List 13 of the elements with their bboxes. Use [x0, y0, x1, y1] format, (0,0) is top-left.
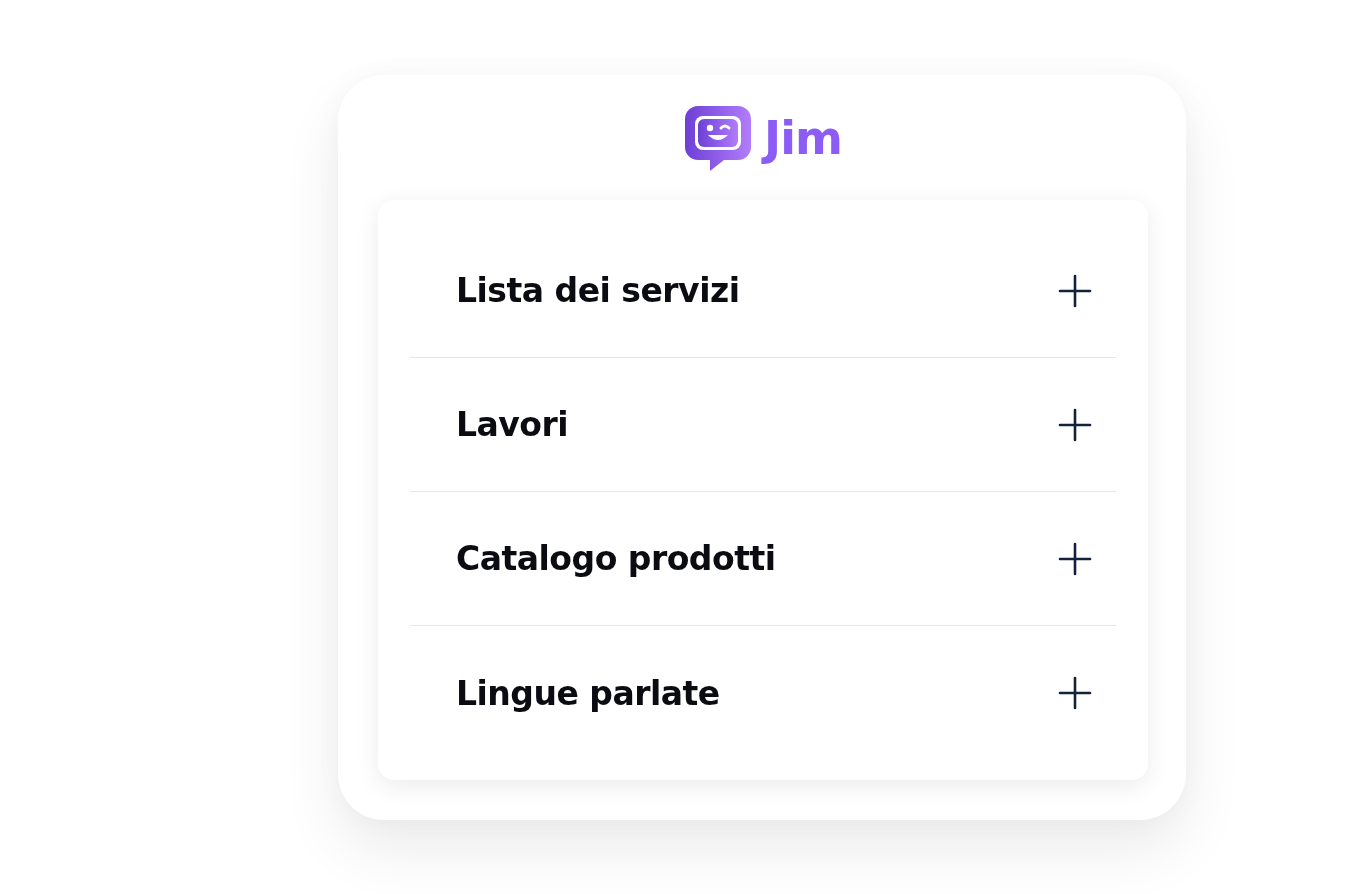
accordion-title: Lingue parlate	[456, 673, 720, 713]
plus-icon	[1058, 676, 1092, 710]
plus-icon	[1058, 407, 1092, 442]
plus-icon	[1058, 541, 1092, 576]
expand-button[interactable]	[1058, 676, 1092, 710]
expand-button[interactable]	[1058, 541, 1092, 576]
expand-button[interactable]	[1058, 273, 1092, 308]
accordion-title: Catalogo prodotti	[456, 539, 776, 578]
accordion-title: Lavori	[456, 405, 569, 444]
plus-icon	[1058, 273, 1092, 308]
chat-bubble-logo-icon	[684, 104, 753, 172]
expand-button[interactable]	[1058, 407, 1092, 442]
accordion-title: Lista dei servizi	[456, 271, 740, 310]
